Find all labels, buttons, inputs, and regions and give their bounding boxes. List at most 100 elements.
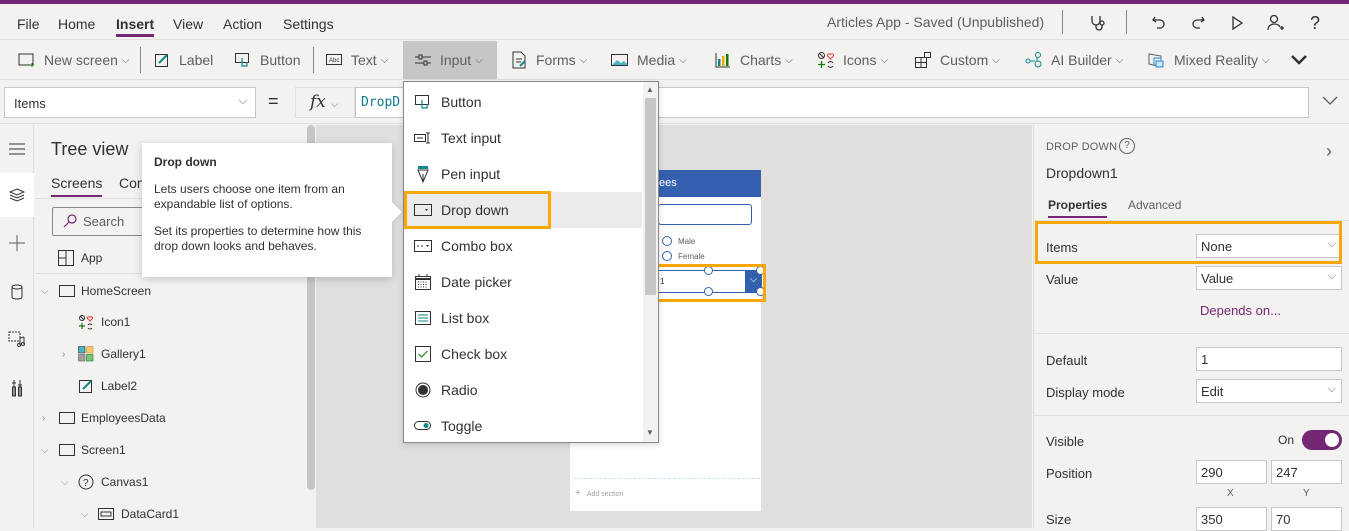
menu-item-pen-input[interactable]: Pen input xyxy=(404,156,642,192)
tree-item-canvas1[interactable]: ⌵ ? Canvas1 xyxy=(35,466,305,498)
share-user-icon[interactable] xyxy=(1264,12,1286,34)
menu-file[interactable]: File xyxy=(17,16,40,32)
charts-button[interactable]: Charts ⌵ xyxy=(714,41,793,79)
data-icon[interactable] xyxy=(0,270,34,314)
media-button[interactable]: Media ⌵ xyxy=(611,41,687,79)
drop-down-item-highlight xyxy=(404,191,551,229)
text-button[interactable]: Abc Text ⌵ xyxy=(325,41,388,79)
chevron-right-icon[interactable]: › xyxy=(62,349,65,360)
chevron-down-icon: ⌵ xyxy=(1327,270,1336,282)
property-select[interactable]: Items ⌵ xyxy=(4,87,256,118)
size-label: Size xyxy=(1046,512,1072,527)
menu-action[interactable]: Action xyxy=(223,16,262,32)
scroll-up-icon[interactable]: ▲ xyxy=(646,85,654,94)
display-mode-label: Display mode xyxy=(1046,385,1125,400)
app-icon xyxy=(57,249,75,266)
items-property-highlight xyxy=(1035,221,1342,264)
radio-circle-icon xyxy=(662,236,672,246)
input-button[interactable]: Input ⌵ xyxy=(403,41,497,79)
forms-button[interactable]: Forms ⌵ xyxy=(510,41,587,79)
app-checker-icon[interactable] xyxy=(1087,12,1109,34)
canvas-radio-female[interactable]: Female xyxy=(662,251,705,261)
tools-icon[interactable] xyxy=(0,366,34,410)
size-width-input[interactable]: 350 xyxy=(1196,507,1267,531)
tree-item-icon1[interactable]: Icon1 xyxy=(35,306,305,338)
chevron-down-icon[interactable]: ⌵ xyxy=(41,445,49,456)
position-x-input[interactable]: 290 xyxy=(1196,460,1267,484)
menu-item-date-picker[interactable]: Date picker xyxy=(404,264,642,300)
position-label: Position xyxy=(1046,466,1093,481)
tab-advanced[interactable]: Advanced xyxy=(1128,198,1181,212)
new-screen-button[interactable]: New screen ⌵ xyxy=(18,41,130,79)
chevron-down-icon[interactable]: ⌵ xyxy=(41,286,49,297)
button-button[interactable]: Button xyxy=(234,41,300,79)
hamburger-icon[interactable] xyxy=(0,127,34,171)
menu-item-radio[interactable]: Radio xyxy=(404,372,642,408)
canvas-text-input[interactable] xyxy=(658,204,752,225)
help-icon[interactable]: ? xyxy=(1304,12,1326,34)
menu-scrollbar[interactable]: ▲ ▼ xyxy=(643,82,658,442)
more-ribbon-button[interactable] xyxy=(1291,41,1307,79)
menu-item-check-box[interactable]: Check box xyxy=(404,336,642,372)
menu-insert[interactable]: Insert xyxy=(116,16,155,37)
play-icon[interactable] xyxy=(1226,12,1248,34)
chevron-down-icon xyxy=(1291,55,1307,65)
depends-on-link[interactable]: Depends on... xyxy=(1200,303,1281,318)
mixed-reality-button[interactable]: Mixed Reality ⌵ xyxy=(1148,41,1270,79)
display-mode-select[interactable]: Edit ⌵ xyxy=(1196,379,1342,403)
chevron-right-icon[interactable]: › xyxy=(1326,141,1332,162)
chevron-down-icon: ⌵ xyxy=(1327,383,1336,395)
tree-item-label2[interactable]: Label2 xyxy=(35,370,305,402)
menu-item-text-input[interactable]: Text input xyxy=(404,120,642,156)
canvas-radio-male[interactable]: Male xyxy=(662,236,695,246)
tab-screens[interactable]: Screens xyxy=(51,175,103,197)
tab-properties[interactable]: Properties xyxy=(1048,198,1108,218)
chevron-down-icon[interactable]: ⌵ xyxy=(81,509,89,520)
layers-icon[interactable] xyxy=(0,173,34,217)
selected-dropdown-highlight xyxy=(655,264,766,302)
position-y-input[interactable]: 247 xyxy=(1271,460,1342,484)
chevron-down-icon: ⌵ xyxy=(331,99,339,109)
tree-item-gallery1[interactable]: › Gallery1 xyxy=(35,338,305,370)
fx-button[interactable]: fx ⌵ xyxy=(295,87,355,118)
text-input-icon xyxy=(414,129,432,147)
control-type: DROP DOWN xyxy=(1046,141,1118,153)
expand-formula-icon[interactable] xyxy=(1322,93,1338,109)
menu-item-list-box[interactable]: List box xyxy=(404,300,642,336)
visible-state: On xyxy=(1278,433,1295,447)
menu-item-combo-box[interactable]: Combo box xyxy=(404,228,642,264)
add-icon[interactable] xyxy=(0,221,34,265)
menu-item-button[interactable]: Button xyxy=(404,84,642,120)
tooltip-description: Lets users choose one item from an expan… xyxy=(154,182,345,211)
combo-box-icon xyxy=(414,237,432,255)
tree-item-datacard1[interactable]: ⌵ DataCard1 xyxy=(35,498,305,530)
tree-item-employeesdata[interactable]: › EmployeesData xyxy=(35,402,305,434)
ai-builder-button[interactable]: AI Builder ⌵ xyxy=(1025,41,1123,79)
chevron-down-icon: ⌵ xyxy=(880,54,889,66)
scrollbar-thumb[interactable] xyxy=(645,98,656,295)
label-button[interactable]: Label xyxy=(153,41,213,79)
divider xyxy=(1062,10,1063,34)
tree-item-screen1[interactable]: ⌵ Screen1 xyxy=(35,434,305,466)
menu-settings[interactable]: Settings xyxy=(283,16,334,32)
menu-view[interactable]: View xyxy=(173,16,203,32)
tree-item-homescreen[interactable]: ⌵ HomeScreen xyxy=(35,275,305,307)
value-select[interactable]: Value ⌵ xyxy=(1196,266,1342,290)
chevron-down-icon[interactable]: ⌵ xyxy=(61,477,69,488)
chevron-right-icon[interactable]: › xyxy=(42,413,45,424)
undo-icon[interactable] xyxy=(1148,12,1170,34)
visible-toggle[interactable] xyxy=(1302,430,1342,450)
menu-home[interactable]: Home xyxy=(58,16,95,32)
size-height-input[interactable]: 70 xyxy=(1271,507,1342,531)
new-screen-icon xyxy=(18,51,36,69)
media-icon[interactable] xyxy=(0,317,34,361)
icons-button[interactable]: Icons ⌵ xyxy=(817,41,888,79)
properties-panel: DROP DOWN ? › Dropdown1 Properties Advan… xyxy=(1033,125,1349,531)
help-icon[interactable]: ? xyxy=(1119,138,1135,154)
scroll-down-icon[interactable]: ▼ xyxy=(646,428,654,437)
default-input[interactable]: 1 xyxy=(1196,347,1342,371)
add-section-button[interactable]: + Add section xyxy=(575,488,623,499)
redo-icon[interactable] xyxy=(1187,12,1209,34)
menu-item-toggle[interactable]: Toggle xyxy=(404,408,642,444)
custom-button[interactable]: Custom ⌵ xyxy=(914,41,1000,79)
